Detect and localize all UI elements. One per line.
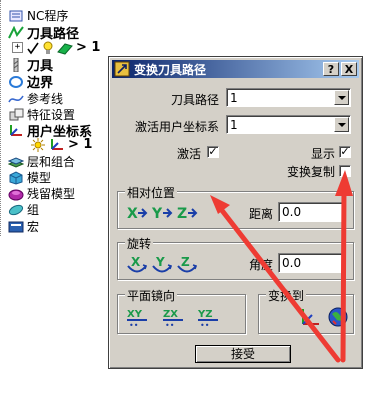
close-button[interactable]: X xyxy=(341,62,357,76)
tree-label-toolpath-1: > 1 xyxy=(76,40,101,55)
active-workplane-label: 激活用户坐标系 xyxy=(135,120,220,134)
stock-model-icon xyxy=(8,187,24,201)
expand-plus-icon[interactable]: + xyxy=(12,42,23,53)
feature-icon xyxy=(8,108,24,122)
relative-position-group-label: 相对位置 xyxy=(125,184,178,201)
svg-text:Y: Y xyxy=(151,206,163,222)
distance-label: 距离 xyxy=(249,207,274,221)
check-icon xyxy=(27,41,39,55)
macro-icon xyxy=(8,220,24,234)
boundary-icon xyxy=(8,75,24,89)
toolpath-label: 刀具路径 xyxy=(171,93,220,107)
active-label: 激活 xyxy=(177,147,202,161)
chevron-down-icon[interactable] xyxy=(334,90,349,105)
svg-text:••: •• xyxy=(129,321,138,328)
levels-icon xyxy=(8,155,24,169)
globe-icon[interactable] xyxy=(327,306,349,328)
tree-item-macros[interactable]: 宏 xyxy=(0,218,39,235)
plane-mirror-group: 平面镜向 XY •• ZX •• YZ •• xyxy=(117,287,246,334)
move-z-icon[interactable]: Z xyxy=(176,202,198,224)
svg-text:X: X xyxy=(131,255,141,269)
active-sun-icon xyxy=(30,137,46,152)
tree-item-toolpath-1[interactable]: + > 1 xyxy=(12,39,100,56)
active-workplane-select-value: 1 xyxy=(230,118,238,132)
transform-to-group-label: 变换到 xyxy=(266,287,307,304)
show-label: 显示 xyxy=(311,147,336,161)
svg-text:XY: XY xyxy=(127,309,143,320)
rotate-z-icon[interactable]: Z xyxy=(176,253,198,275)
transform-toolpath-dialog: 变换刀具路径 ? X 刀具路径 1 激活用户坐标系 1 激活 ✓ 显示 ✓ 变换… xyxy=(108,56,363,369)
move-x-icon[interactable]: X xyxy=(126,202,148,224)
svg-text:X: X xyxy=(127,206,138,222)
mirror-zx-icon[interactable]: ZX •• xyxy=(162,306,184,328)
mirror-xy-icon[interactable]: XY •• xyxy=(126,306,148,328)
workplane-axes-icon[interactable] xyxy=(299,306,321,328)
transform-copy-label: 变换复制 xyxy=(287,165,336,179)
tree-label-nc-program: NC程序 xyxy=(27,9,69,23)
svg-text:Z: Z xyxy=(181,255,190,269)
tree-item-tools[interactable]: 刀具 xyxy=(0,56,53,74)
svg-text:ZX: ZX xyxy=(163,309,178,320)
transform-copy-checkbox[interactable] xyxy=(339,165,351,177)
tree-label-stock-models: 残留模型 xyxy=(27,187,76,201)
toolpath-select-value: 1 xyxy=(230,91,238,105)
active-workplane-select[interactable]: 1 xyxy=(226,115,351,134)
mirror-yz-icon[interactable]: YZ •• xyxy=(197,306,219,328)
dialog-titlebar[interactable]: 变换刀具路径 ? X xyxy=(112,60,359,78)
tree-label-levels: 层和组合 xyxy=(27,155,76,169)
tree-label-models: 模型 xyxy=(27,171,52,185)
pattern-icon xyxy=(8,92,24,106)
lightbulb-icon xyxy=(42,41,54,55)
tree-item-patterns[interactable]: 参考线 xyxy=(0,90,63,107)
tree-item-groups[interactable]: 组 xyxy=(0,201,39,218)
relative-position-group: 相对位置 X Y Z 距离 0.0 xyxy=(117,184,354,229)
move-y-icon[interactable]: Y xyxy=(151,202,173,224)
svg-text:••: •• xyxy=(165,321,174,328)
angle-label: 角度 xyxy=(249,258,274,272)
distance-input[interactable]: 0.0 xyxy=(278,202,346,222)
plane-mirror-group-label: 平面镜向 xyxy=(125,287,178,304)
tree-item-workplane-1[interactable]: > 1 xyxy=(30,136,92,153)
svg-text:Y: Y xyxy=(155,255,165,269)
toolpath-select[interactable]: 1 xyxy=(226,88,351,107)
angle-input[interactable]: 0.0 xyxy=(278,253,346,273)
model-icon xyxy=(8,170,24,185)
toolpath-icon xyxy=(8,25,24,40)
svg-text:••: •• xyxy=(200,321,209,328)
svg-text:YZ: YZ xyxy=(197,309,213,320)
tree-label-groups: 组 xyxy=(27,203,40,217)
help-button[interactable]: ? xyxy=(323,62,339,76)
show-checkbox[interactable]: ✓ xyxy=(339,146,351,158)
tree-item-models[interactable]: 模型 xyxy=(0,169,51,186)
transform-to-group: 变换到 xyxy=(258,287,354,334)
workplane-icon xyxy=(8,124,24,138)
rotate-y-icon[interactable]: Y xyxy=(151,253,173,275)
svg-text:Z: Z xyxy=(177,206,187,222)
transform-icon xyxy=(114,61,130,77)
tree-label-workplane-1: > 1 xyxy=(68,137,93,152)
rotate-group-label: 旋转 xyxy=(125,235,154,252)
tool-icon xyxy=(8,57,24,72)
accept-button[interactable]: 接受 xyxy=(195,345,291,363)
tree-item-stock-models[interactable]: 残留模型 xyxy=(0,185,75,202)
tree-label-patterns: 参考线 xyxy=(27,92,64,106)
tree-item-nc-programs[interactable]: NC程序 xyxy=(0,7,68,24)
toolpath-object-icon xyxy=(57,41,73,55)
rotate-x-icon[interactable]: X xyxy=(126,253,148,275)
rotate-group: 旋转 X Y Z 角度 0.0 xyxy=(117,235,354,280)
tree-label-boundaries: 边界 xyxy=(27,76,54,91)
active-checkbox[interactable]: ✓ xyxy=(207,146,219,158)
tree-item-levels[interactable]: 层和组合 xyxy=(0,153,75,170)
workplane-axes-icon xyxy=(49,138,65,152)
tree-label-macros: 宏 xyxy=(27,220,40,234)
dialog-title: 变换刀具路径 xyxy=(134,62,207,77)
tree-item-boundaries[interactable]: 边界 xyxy=(0,73,54,91)
group-icon xyxy=(8,203,24,217)
nc-program-icon xyxy=(8,9,24,23)
chevron-down-icon[interactable] xyxy=(334,117,349,132)
